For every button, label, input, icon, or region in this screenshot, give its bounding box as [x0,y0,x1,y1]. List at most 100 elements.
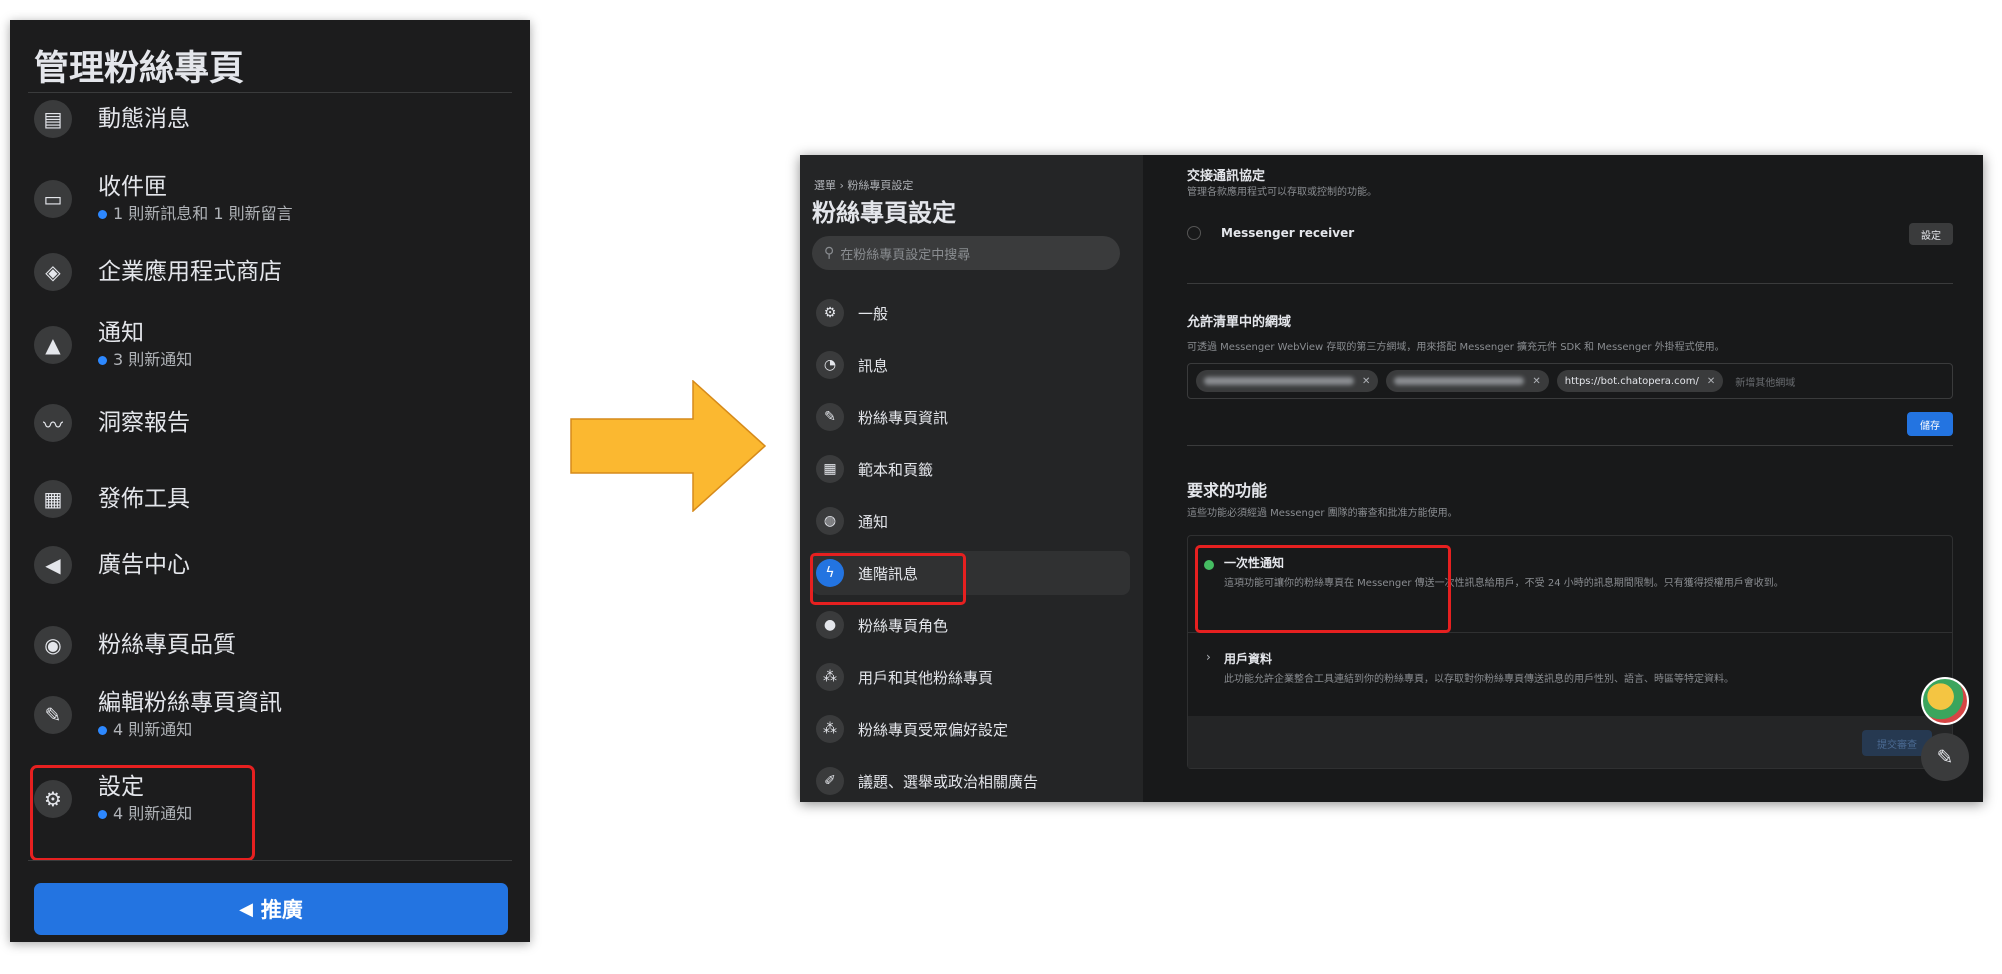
nav-item-ad-center[interactable]: ◀ 廣告中心 [34,546,514,584]
manage-page-panel: 管理粉絲專頁 ▤ 動態消息 ▭ 收件匣 1 則新訊息和 1 則新留言 ◈ 企業應… [10,20,530,942]
receiver-label: Messenger receiver [1221,226,1355,240]
nav-sub: 4 則新通知 [98,718,282,742]
divider [28,92,512,93]
nav-sub: 3 則新通知 [98,348,192,372]
sidebar-item-political-ads[interactable]: ✐ 議題、選舉或政治相關廣告 [812,759,1130,802]
settings-sidebar: 選單 › 粉絲專頁設定 粉絲專頁設定 ⚲ 在粉絲專頁設定中搜尋 ⚙ 一般 ◔ 訊… [800,155,1143,802]
nav-sub-text: 4 則新通知 [113,720,193,739]
nav-item-publishing-tools[interactable]: ▦ 發佈工具 [34,480,514,518]
sidebar-item-label: 用戶和其他粉絲專頁 [858,668,994,687]
nav-label: 收件匣 [98,174,167,200]
sidebar-item-page-roles[interactable]: ● 粉絲專頁角色 [812,603,1130,647]
section-heading-handover: 交接通訊協定 [1187,169,1266,184]
domains-input[interactable]: ✕ ✕ https://bot.chatopera.com/ ✕ 新增其他網域 [1187,363,1953,399]
gear-icon: ⚙ [816,299,844,327]
unread-dot [98,355,107,365]
people-icon: ⁂ [816,715,844,743]
panel-title: 管理粉絲專頁 [34,49,245,89]
nav-item-news-feed[interactable]: ▤ 動態消息 [34,100,514,138]
page-settings-window: 選單 › 粉絲專頁設定 粉絲專頁設定 ⚲ 在粉絲專頁設定中搜尋 ⚙ 一般 ◔ 訊… [800,155,1983,802]
sidebar-item-templates-tabs[interactable]: ▦ 範本和頁籤 [812,447,1130,491]
brush-icon: ✐ [816,767,844,795]
nav-sub: 1 則新訊息和 1 則新留言 [98,202,293,226]
highlight-box-one-time-notification [1195,545,1451,633]
avatar[interactable] [1921,677,1969,725]
highlight-box-settings [30,765,255,861]
save-button[interactable]: 儲存 [1907,412,1953,436]
nav-item-inbox[interactable]: ▭ 收件匣 1 則新訊息和 1 則新留言 [34,172,514,226]
nav-item-edit-page-info[interactable]: ✎ 編輯粉絲專頁資訊 4 則新通知 [34,688,514,742]
divider [28,860,512,861]
nav-item-notifications[interactable]: ▲ 通知 3 則新通知 [34,318,514,372]
redacted-text [1394,377,1525,385]
section-desc-handover: 管理各款應用程式可以存取或控制的功能。 [1187,187,1377,198]
close-icon[interactable]: ✕ [1362,376,1370,387]
features-footer: 提交審查 [1188,716,1952,768]
sidebar-item-general[interactable]: ⚙ 一般 [812,291,1130,335]
unread-dot [98,725,107,735]
sidebar-item-label: 通知 [858,512,889,531]
publishing-tools-icon: ▦ [34,480,72,518]
sidebar-item-people-other-pages[interactable]: ⁂ 用戶和其他粉絲專頁 [812,655,1130,699]
unread-dot [98,209,107,219]
divider [1187,283,1953,284]
sidebar-item-label: 議題、選舉或政治相關廣告 [858,772,1039,791]
compose-icon[interactable]: ✎ [1921,733,1969,781]
globe-icon: ◍ [816,507,844,535]
pencil-icon: ✎ [34,696,72,734]
insights-icon: 〰 [34,404,72,442]
nav-item-insights[interactable]: 〰 洞察報告 [34,404,514,442]
sidebar-item-label: 粉絲專頁受眾偏好設定 [858,720,1009,739]
section-heading-features: 要求的功能 [1187,481,1268,500]
receiver-row: Messenger receiver [1187,215,1953,251]
nav-sub-text: 3 則新通知 [113,350,193,369]
person-icon: ● [816,611,844,639]
app-store-icon: ◈ [34,253,72,291]
feature-title-user-profile[interactable]: 用戶資料 [1224,650,1272,667]
nav-label: 企業應用程式商店 [98,259,282,285]
nav-label: 粉絲專頁品質 [98,632,236,658]
divider [1187,445,1953,446]
domain-input-placeholder: 新增其他網域 [1735,377,1796,389]
chevron-right-icon[interactable]: › [1206,650,1211,664]
nav-label: 洞察報告 [98,410,190,436]
receiver-radio[interactable] [1187,226,1201,240]
receiver-settings-button[interactable]: 設定 [1909,223,1953,245]
settings-main: 交接通訊協定 管理各款應用程式可以存取或控制的功能。 Messenger rec… [1143,155,1983,802]
promote-label: 推廣 [260,898,303,922]
nav-label: 編輯粉絲專頁資訊 [98,690,282,716]
right-arrow-icon [570,380,766,512]
sidebar-item-page-info[interactable]: ✎ 粉絲專頁資訊 [812,395,1130,439]
domain-chip-redacted: ✕ [1196,370,1379,392]
sidebar-item-label: 粉絲專頁資訊 [858,408,949,427]
nav-label: 動態消息 [98,106,190,132]
sidebar-item-label: 粉絲專頁角色 [858,616,949,635]
pencil-icon: ✎ [816,403,844,431]
feature-desc-user-profile: 此功能允許企業整合工具連結到你的粉絲專頁，以存取對你粉絲專頁傳送訊息的用戶性別、… [1224,674,1734,685]
people-icon: ⁂ [816,663,844,691]
chat-icon: ◔ [816,351,844,379]
nav-sub-text: 1 則新訊息和 1 則新留言 [113,204,293,223]
close-icon[interactable]: ✕ [1707,376,1715,387]
bell-icon: ▲ [34,326,72,364]
news-feed-icon: ▤ [34,100,72,138]
sidebar-item-label: 一般 [858,304,889,323]
breadcrumb: 選單 › 粉絲專頁設定 [814,179,914,192]
megaphone-icon: ◀ [239,898,253,920]
nav-item-app-store[interactable]: ◈ 企業應用程式商店 [34,253,514,291]
sidebar-item-messaging[interactable]: ◔ 訊息 [812,343,1130,387]
megaphone-icon: ◀ [34,546,72,584]
inbox-icon: ▭ [34,180,72,218]
page-title: 粉絲專頁設定 [812,199,956,227]
search-icon: ⚲ [824,245,835,261]
sidebar-item-label: 訊息 [858,356,889,375]
search-input[interactable]: ⚲ 在粉絲專頁設定中搜尋 [812,236,1120,270]
promote-button[interactable]: ◀ 推廣 [34,883,508,935]
domain-chip-redacted: ✕ [1386,370,1549,392]
close-icon[interactable]: ✕ [1532,376,1540,387]
sidebar-item-notifications[interactable]: ◍ 通知 [812,499,1130,543]
sidebar-item-audience-preferences[interactable]: ⁂ 粉絲專頁受眾偏好設定 [812,707,1130,751]
domain-chip-label: https://bot.chatopera.com/ [1564,375,1699,387]
section-heading-whitelist: 允許清單中的網域 [1187,315,1292,330]
nav-item-page-quality[interactable]: ◉ 粉絲專頁品質 [34,626,514,664]
